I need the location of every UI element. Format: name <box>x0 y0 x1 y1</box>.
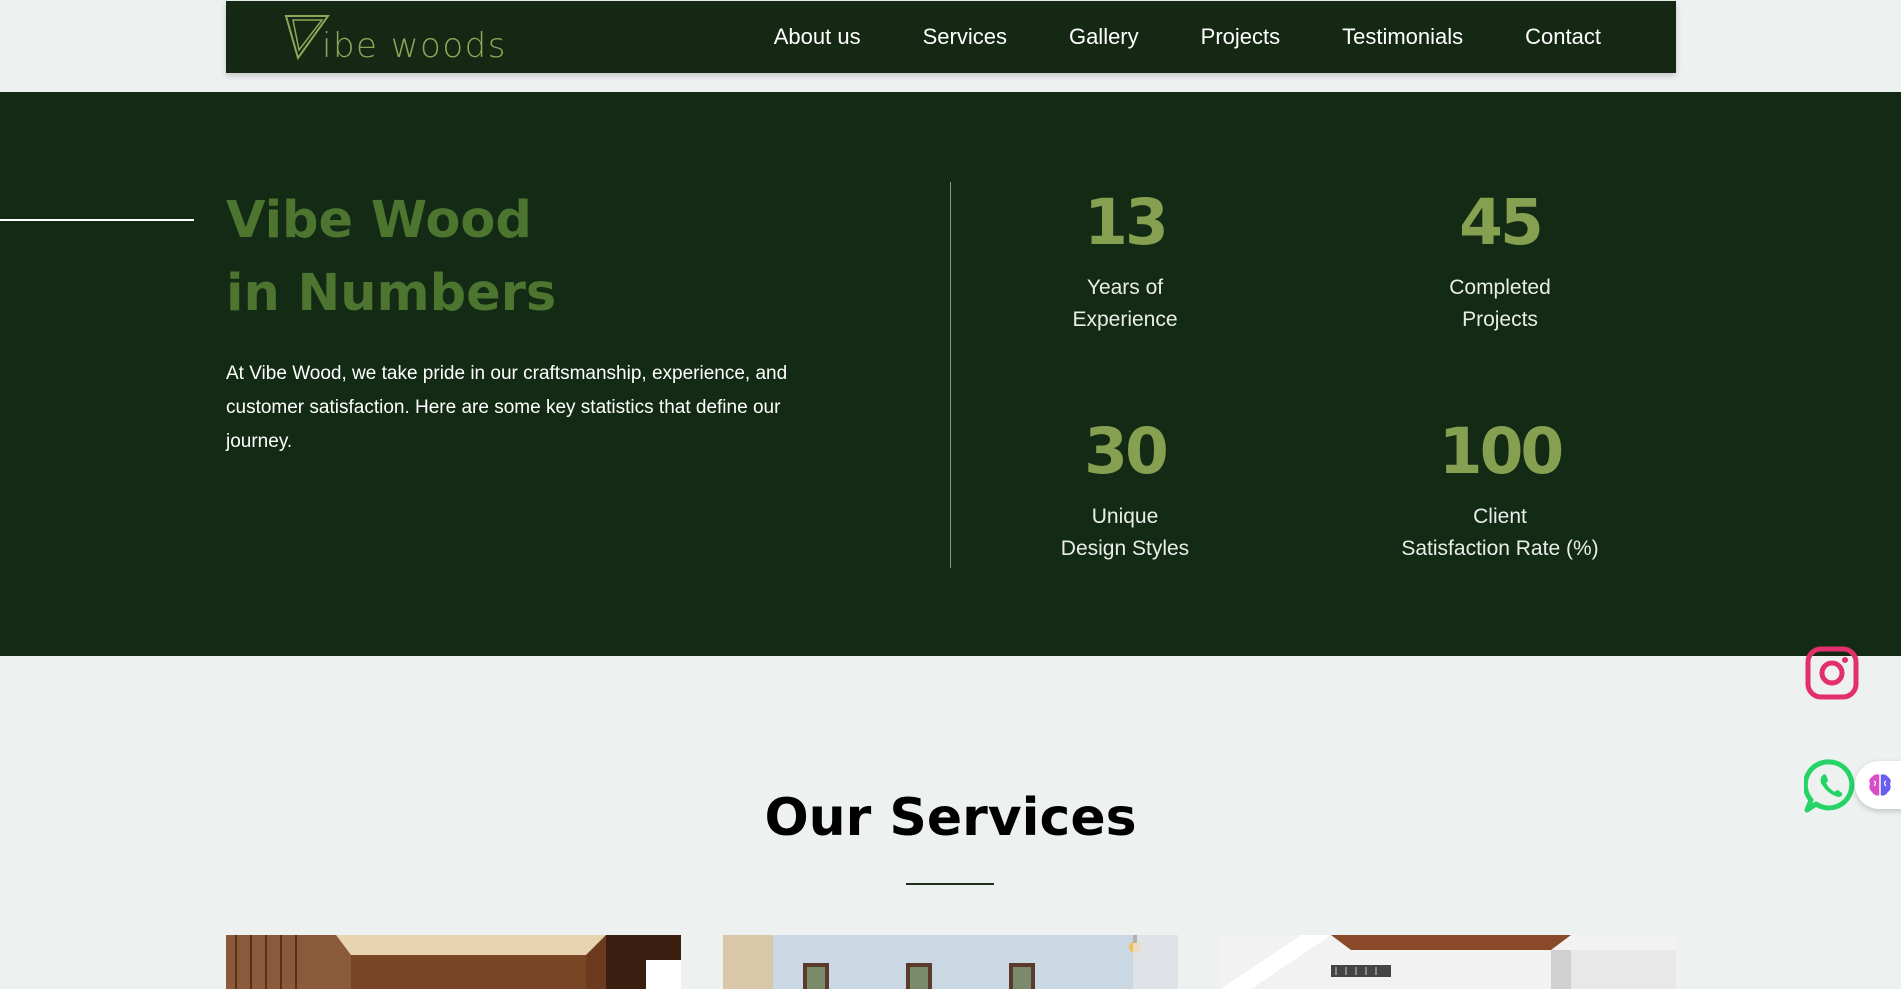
nav-link-gallery[interactable]: Gallery <box>1069 24 1139 50</box>
stats-title-line1: Vibe Wood <box>226 191 532 250</box>
accent-line <box>0 219 194 221</box>
stats-title: Vibe Wood in Numbers <box>226 184 556 330</box>
stats-description: At Vibe Wood, we take pride in our craft… <box>226 363 788 452</box>
service-card-image[interactable] <box>226 935 681 989</box>
vertical-divider <box>950 182 951 568</box>
stat-label: Client Satisfaction Rate (%) <box>1330 501 1670 565</box>
stat-label: Completed Projects <box>1330 272 1670 336</box>
stat-number: 30 <box>1084 415 1169 488</box>
logo[interactable]: ibe woods <box>284 14 505 66</box>
stat-completed-projects: 45 Completed Projects <box>1330 188 1670 336</box>
stat-number: 13 <box>1084 186 1169 259</box>
stat-label-line1: Completed <box>1449 276 1551 299</box>
service-card-image[interactable] <box>1221 935 1676 989</box>
stat-number: 100 <box>1438 415 1565 488</box>
stat-label-line2: Experience <box>1072 308 1178 331</box>
stats-section: Vibe Wood in Numbers At Vibe Wood, we ta… <box>0 92 1901 656</box>
navbar: ibe woods About us Services Gallery Proj… <box>226 1 1676 73</box>
service-image-wood-ceiling <box>226 935 681 989</box>
stat-label-line2: Satisfaction Rate (%) <box>1401 537 1599 560</box>
stat-label: Unique Design Styles <box>955 501 1295 565</box>
stats-title-line2: in Numbers <box>226 264 557 323</box>
instagram-icon[interactable] <box>1805 646 1859 705</box>
nav-link-projects[interactable]: Projects <box>1201 24 1280 50</box>
service-image-white-ceiling <box>1221 935 1676 989</box>
nav-link-contact[interactable]: Contact <box>1525 24 1601 50</box>
service-card-image[interactable] <box>723 935 1178 989</box>
nav-links: About us Services Gallery Projects Testi… <box>774 1 1601 73</box>
nav-link-services[interactable]: Services <box>923 24 1007 50</box>
logo-text: ibe woods <box>322 26 507 66</box>
assistant-tab[interactable] <box>1855 761 1901 809</box>
stat-label: Years of Experience <box>955 272 1295 336</box>
whatsapp-icon[interactable] <box>1802 758 1858 819</box>
stat-label-line1: Unique <box>1091 505 1159 528</box>
brain-icon <box>1869 774 1891 796</box>
nav-link-testimonials[interactable]: Testimonials <box>1342 24 1463 50</box>
stat-satisfaction-rate: 100 Client Satisfaction Rate (%) <box>1330 417 1670 565</box>
nav-link-about-us[interactable]: About us <box>774 24 861 50</box>
stat-label-line1: Years of <box>1086 276 1164 299</box>
services-title: Our Services <box>764 788 1137 848</box>
stat-number: 45 <box>1459 186 1544 259</box>
stat-label-line1: Client <box>1473 505 1527 528</box>
services-title-underline <box>906 883 994 885</box>
stat-design-styles: 30 Unique Design Styles <box>955 417 1295 565</box>
stat-label-line2: Projects <box>1462 308 1538 331</box>
service-image-frames-wall <box>723 935 1178 989</box>
stat-label-line2: Design Styles <box>1060 537 1190 560</box>
stat-years-experience: 13 Years of Experience <box>955 188 1295 336</box>
